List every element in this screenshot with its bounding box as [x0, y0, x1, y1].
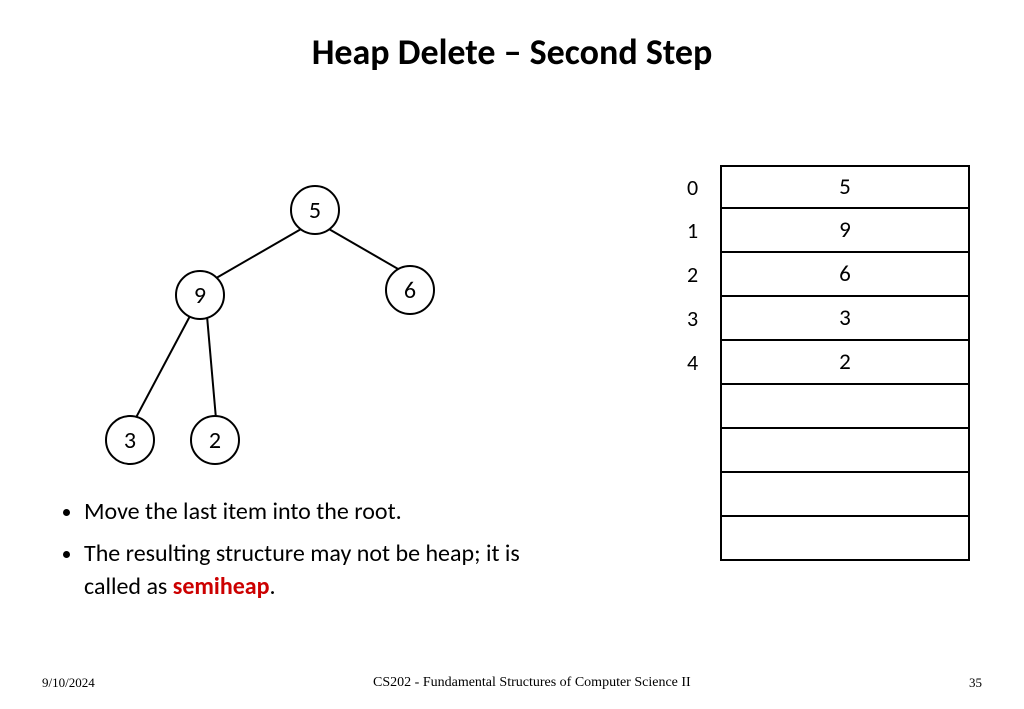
node-value: 6: [404, 276, 416, 305]
node-value: 3: [124, 426, 136, 455]
tree-node: 2: [190, 415, 240, 465]
table-row: 19: [720, 209, 970, 253]
list-item: The resulting structure may not be heap;…: [84, 537, 540, 604]
tree-node-root: 5: [290, 185, 340, 235]
heap-tree-diagram: 5 9 6 3 2: [70, 170, 470, 470]
heap-array-table: 05 19 26 33 42: [720, 165, 970, 561]
footer-course: CS202 - Fundamental Structures of Comput…: [373, 675, 691, 691]
highlight-term: semiheap: [173, 572, 270, 601]
node-value: 2: [209, 426, 221, 455]
array-value: 5: [839, 173, 851, 201]
node-value: 9: [194, 281, 206, 310]
footer-page-number: 35: [969, 675, 982, 691]
array-value: 9: [839, 216, 851, 244]
bullet-text: Move the last item into the root.: [84, 497, 402, 526]
table-row: 26: [720, 253, 970, 297]
array-value: 2: [839, 348, 851, 376]
bullet-text: The resulting structure may not be heap;…: [84, 539, 520, 602]
array-index: 3: [687, 305, 698, 332]
bullet-text: .: [270, 572, 276, 601]
footer-date: 9/10/2024: [42, 675, 95, 691]
table-row: 05: [720, 165, 970, 209]
table-row: [720, 517, 970, 561]
tree-node: 6: [385, 265, 435, 315]
array-index: 2: [687, 261, 698, 288]
list-item: Move the last item into the root.: [84, 495, 540, 529]
array-index: 1: [687, 217, 698, 244]
tree-node: 3: [105, 415, 155, 465]
array-value: 6: [839, 260, 851, 288]
table-row: [720, 429, 970, 473]
node-value: 5: [309, 196, 321, 225]
table-row: [720, 385, 970, 429]
tree-node: 9: [175, 270, 225, 320]
bullet-list: Move the last item into the root. The re…: [60, 495, 540, 612]
table-row: 33: [720, 297, 970, 341]
slide-footer: 9/10/2024 CS202 - Fundamental Structures…: [0, 675, 1024, 691]
table-row: 42: [720, 341, 970, 385]
table-row: [720, 473, 970, 517]
array-index: 4: [687, 349, 698, 376]
array-index: 0: [687, 174, 698, 201]
slide-title: Heap Delete – Second Step: [0, 30, 1024, 74]
array-value: 3: [839, 304, 851, 332]
